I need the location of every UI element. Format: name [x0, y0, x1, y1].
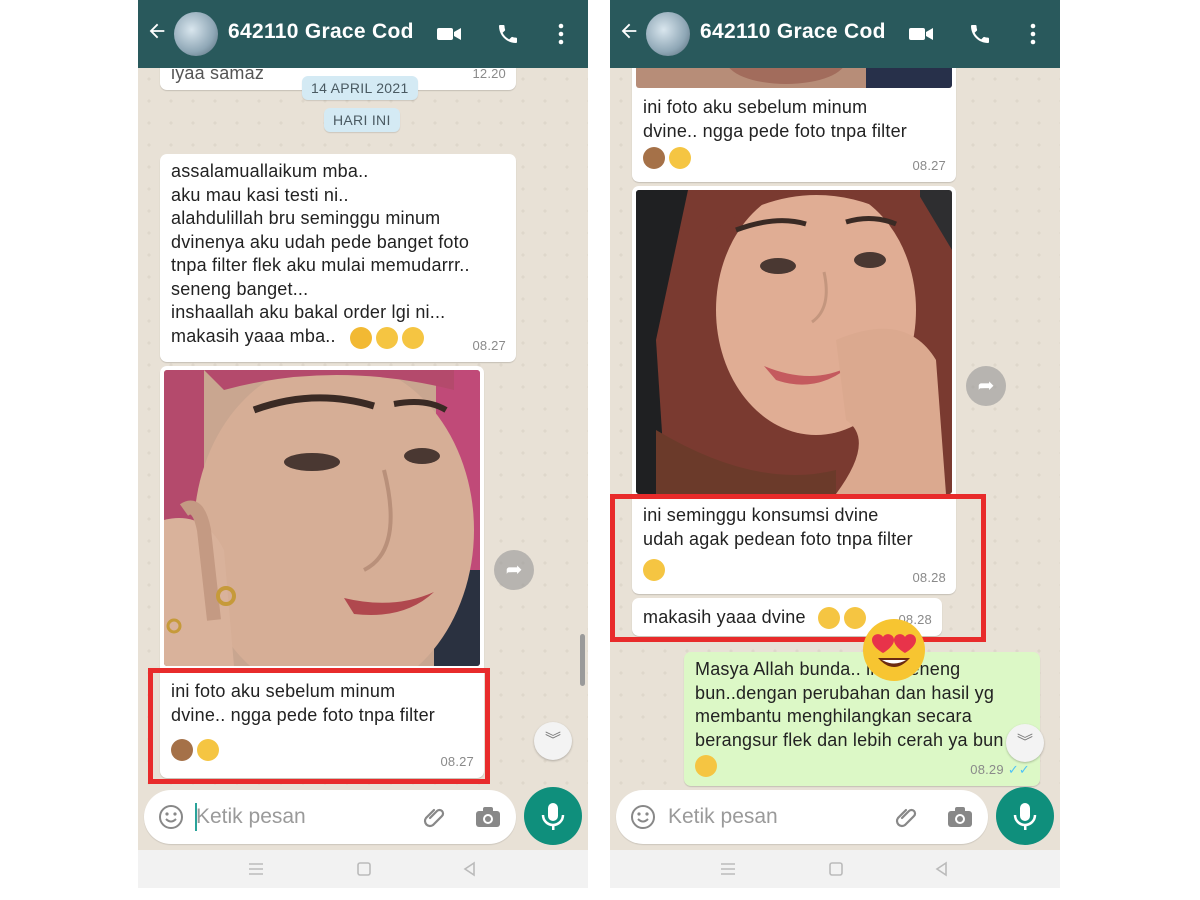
more-vert-icon[interactable] — [1022, 22, 1044, 46]
date-pill: 14 APRIL 2021 — [302, 76, 418, 100]
chat-area[interactable]: ini foto aku sebelum minum dvine.. ngga … — [610, 68, 1060, 790]
mic-icon[interactable] — [996, 787, 1054, 845]
message-emojis — [643, 558, 669, 582]
grin-emoji-icon — [197, 739, 219, 762]
attach-icon[interactable] — [422, 804, 448, 830]
pray-emoji-icon — [350, 327, 372, 350]
photo-message-bubble[interactable]: ini seminggu konsumsi dvine udah agak pe… — [632, 186, 956, 594]
message-time: 08.27 — [472, 337, 506, 353]
kiss-emoji-icon — [402, 327, 424, 350]
message-text: ini foto aku sebelum minum dvine.. ngga … — [643, 97, 907, 141]
scrollbar[interactable] — [580, 634, 585, 686]
chat-area[interactable]: iyaa samaz 12.20 14 APRIL 2021 HARI INI … — [138, 68, 588, 790]
contact-name[interactable]: 642110 Grace Cod — [228, 20, 414, 44]
phone-screen-left: 642110 Grace Cod iyaa samaz 12.20 14 APR… — [138, 0, 588, 888]
phone-icon[interactable] — [968, 22, 994, 46]
see-no-evil-monkey-icon — [171, 739, 193, 762]
video-call-icon[interactable] — [436, 22, 462, 46]
heart-eyes-sticker-icon — [858, 612, 930, 689]
hug-emoji-icon — [376, 327, 398, 350]
android-nav-bar — [138, 850, 588, 888]
chat-header: 642110 Grace Cod — [138, 0, 588, 68]
message-emojis — [643, 146, 695, 170]
today-pill: HARI INI — [324, 108, 400, 132]
menu-nav-icon[interactable] — [718, 860, 738, 878]
message-emojis — [350, 326, 428, 350]
heart-eyes-emoji-icon — [643, 559, 665, 582]
photo-message-bubble[interactable]: ini foto aku sebelum minum dvine.. ngga … — [632, 68, 956, 182]
mic-icon[interactable] — [524, 787, 582, 845]
input-placeholder: Ketik pesan — [668, 805, 778, 828]
attach-icon[interactable] — [894, 804, 920, 830]
emoji-icon[interactable] — [630, 804, 656, 830]
read-ticks-icon: ✓✓ — [1007, 761, 1030, 777]
grin-emoji-icon — [669, 147, 691, 170]
back-arrow-icon[interactable] — [146, 20, 168, 46]
input-bar: Ketik pesan — [610, 787, 1060, 850]
back-nav-icon[interactable] — [460, 860, 480, 878]
menu-nav-icon[interactable] — [246, 860, 266, 878]
message-emojis — [695, 754, 721, 778]
chat-header: 642110 Grace Cod — [610, 0, 1060, 68]
more-vert-icon[interactable] — [550, 22, 572, 46]
message-input[interactable]: Ketik pesan — [144, 790, 516, 844]
message-time: 08.29 — [970, 761, 1004, 777]
emoji-icon[interactable] — [158, 804, 184, 830]
hug-emoji-icon — [818, 607, 840, 630]
contact-avatar[interactable] — [646, 12, 690, 56]
input-bar: Ketik pesan — [138, 787, 588, 850]
photo-message-bubble[interactable]: ini foto aku sebelum minum dvine.. ngga … — [160, 366, 484, 778]
back-arrow-icon[interactable] — [618, 20, 640, 46]
photo-before-partial[interactable] — [636, 68, 952, 88]
message-emojis — [171, 738, 223, 762]
contact-avatar[interactable] — [174, 12, 218, 56]
message-text: ini seminggu konsumsi dvine udah agak pe… — [643, 505, 913, 549]
message-time: 08.27 — [440, 753, 474, 769]
message-input[interactable]: Ketik pesan — [616, 790, 988, 844]
scroll-down-icon[interactable]: ︾ — [1006, 724, 1044, 762]
heart-eyes-emoji-icon — [695, 755, 717, 778]
message-time: 12.20 — [472, 68, 506, 81]
photo-after[interactable] — [636, 190, 952, 494]
message-time: 08.28 — [912, 569, 946, 585]
phone-icon[interactable] — [496, 22, 522, 46]
message-text: ini foto aku sebelum minum dvine.. ngga … — [171, 681, 435, 725]
message-text: assalamuallaikum mba.. aku mau kasi test… — [171, 161, 470, 346]
camera-icon[interactable] — [474, 804, 502, 830]
home-nav-icon[interactable] — [354, 860, 374, 878]
forward-icon[interactable]: ➦ — [494, 550, 534, 590]
home-nav-icon[interactable] — [826, 860, 846, 878]
message-bubble[interactable]: assalamuallaikum mba.. aku mau kasi test… — [160, 154, 516, 362]
back-nav-icon[interactable] — [932, 860, 952, 878]
input-placeholder: Ketik pesan — [196, 805, 306, 828]
forward-icon[interactable]: ➦ — [966, 366, 1006, 406]
contact-name[interactable]: 642110 Grace Cod — [700, 20, 886, 44]
scroll-down-icon[interactable]: ︾ — [534, 722, 572, 760]
phone-screen-right: 642110 Grace Cod ini foto aku sebelum mi… — [610, 0, 1060, 888]
camera-icon[interactable] — [946, 804, 974, 830]
message-time: 08.27 — [912, 157, 946, 173]
android-nav-bar — [610, 850, 1060, 888]
see-no-evil-monkey-icon — [643, 147, 665, 170]
video-call-icon[interactable] — [908, 22, 934, 46]
photo-before[interactable] — [164, 370, 480, 666]
